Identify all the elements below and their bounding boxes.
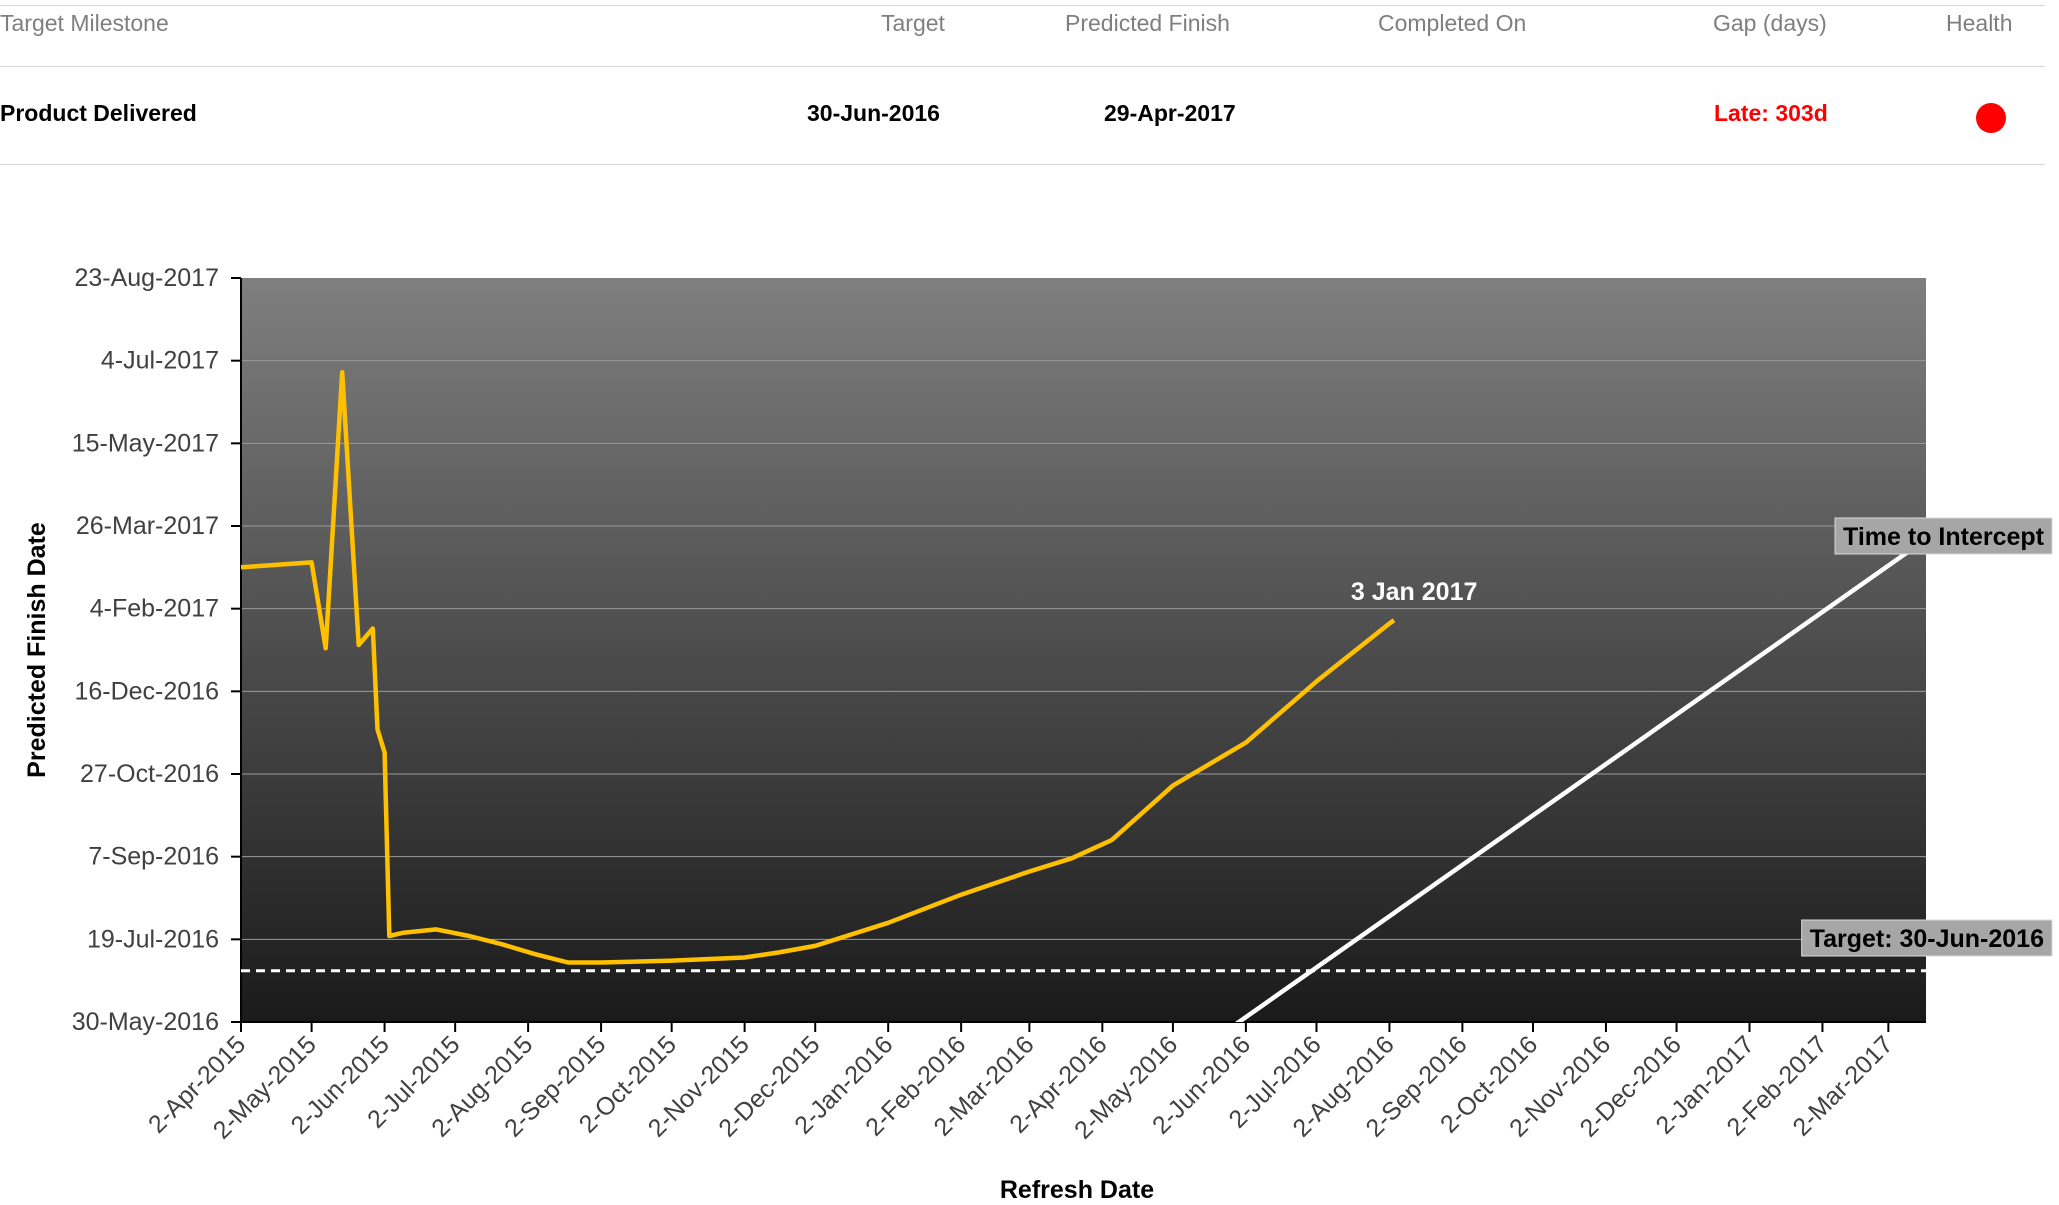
svg-text:Target: 30-Jun-2016: Target: 30-Jun-2016 bbox=[1810, 925, 2044, 953]
row-predicted-finish: 29-Apr-2017 bbox=[1104, 100, 1236, 126]
y-axis-ticks: 30-May-2016 19-Jul-2016 7-Sep-2016 27-Oct-2… bbox=[72, 264, 241, 1036]
table-header-divider bbox=[0, 66, 2045, 67]
table-top-border bbox=[0, 5, 2045, 6]
table-bottom-border bbox=[0, 164, 2045, 165]
y-tick-label: 23-Aug-2017 bbox=[74, 264, 219, 292]
col-header-milestone: Target Milestone bbox=[0, 10, 169, 36]
y-tick-label: 30-May-2016 bbox=[72, 1008, 219, 1036]
health-status-dot bbox=[1976, 103, 2006, 133]
col-header-gap: Gap (days) bbox=[1713, 10, 1827, 36]
col-header-predicted: Predicted Finish bbox=[1065, 10, 1230, 36]
target-badge: Target: 30-Jun-2016 bbox=[1801, 919, 2053, 957]
y-tick-label: 27-Oct-2016 bbox=[80, 760, 219, 788]
y-tick-label: 26-Mar-2017 bbox=[76, 512, 219, 540]
y-tick-label: 16-Dec-2016 bbox=[74, 677, 219, 705]
y-tick-label: 19-Jul-2016 bbox=[87, 925, 219, 953]
row-milestone-name: Product Delivered bbox=[0, 100, 197, 126]
col-header-target: Target bbox=[881, 10, 945, 36]
col-header-completed: Completed On bbox=[1378, 10, 1527, 36]
y-tick-label: 7-Sep-2016 bbox=[88, 843, 219, 871]
y-axis-label: Predicted Finish Date bbox=[23, 522, 51, 778]
col-header-health: Health bbox=[1946, 10, 2013, 36]
plot-area bbox=[241, 278, 1926, 1022]
end-point-label: 3 Jan 2017 bbox=[1351, 578, 1478, 606]
x-axis-label: Refresh Date bbox=[1000, 1176, 1154, 1204]
x-axis-ticks: 2-Apr-20152-May-20152-Jun-20152-Jul-2015… bbox=[143, 1022, 1899, 1145]
y-tick-label: 15-May-2017 bbox=[72, 429, 219, 457]
y-tick-label: 4-Jul-2017 bbox=[101, 347, 219, 375]
y-tick-label: 4-Feb-2017 bbox=[90, 595, 219, 623]
predicted-finish-chart: 30-May-2016 19-Jul-2016 7-Sep-2016 27-Oct-2… bbox=[23, 264, 2053, 1204]
row-target-date: 30-Jun-2016 bbox=[807, 100, 940, 126]
row-gap-days: Late: 303d bbox=[1714, 100, 1828, 126]
svg-text:Time to Intercept: Time to Intercept bbox=[1843, 523, 2045, 551]
intercept-badge: Time to Intercept bbox=[1834, 517, 2053, 555]
